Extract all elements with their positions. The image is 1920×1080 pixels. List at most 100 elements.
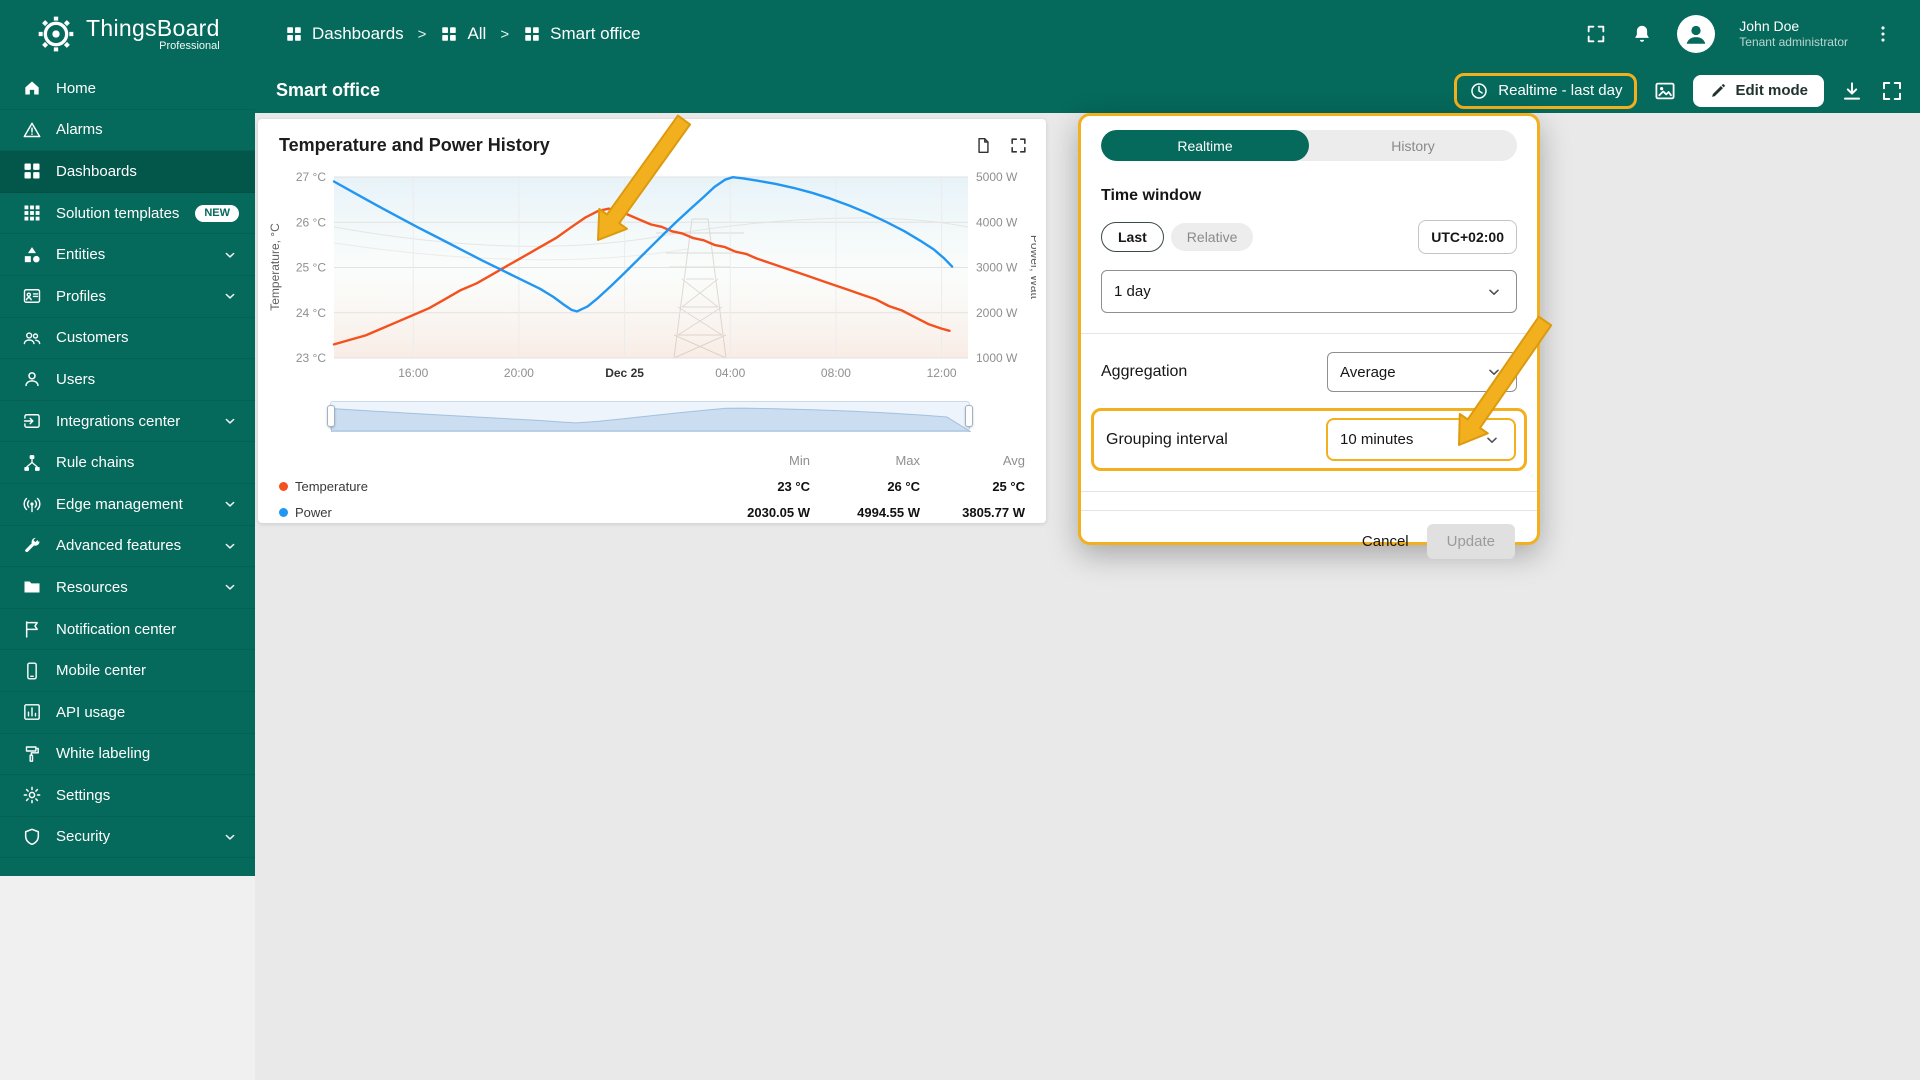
resources-icon bbox=[22, 577, 42, 597]
legend-value: 3805.77 W bbox=[962, 504, 1025, 520]
line-chart: Temperature, °C Power, Watt 23 °C 1000 W 2… bbox=[268, 170, 1036, 380]
clock-icon bbox=[1469, 81, 1489, 101]
export-icon[interactable] bbox=[974, 136, 993, 155]
tab-history[interactable]: History bbox=[1309, 130, 1517, 161]
customers-icon bbox=[22, 328, 42, 348]
update-button[interactable]: Update bbox=[1426, 524, 1515, 559]
slider-handle-right[interactable] bbox=[965, 405, 973, 427]
sidebar-menu: Home Alarms Dashboards Solution templates NE… bbox=[0, 68, 255, 877]
avatar[interactable] bbox=[1677, 15, 1716, 53]
dashboard-fullscreen-button[interactable] bbox=[1880, 79, 1904, 103]
sidebar-item-label: Home bbox=[56, 79, 97, 97]
slider-handle-left[interactable] bbox=[327, 405, 335, 427]
legend-series[interactable]: Temperature bbox=[279, 479, 705, 494]
x-axis-tick: 12:00 bbox=[927, 366, 957, 380]
download-icon bbox=[1840, 79, 1864, 103]
aggregation-select[interactable]: Average bbox=[1327, 352, 1517, 392]
breadcrumb-item-smart-office[interactable]: Smart office bbox=[523, 24, 641, 44]
timewindow-button[interactable]: Realtime - last day bbox=[1454, 72, 1638, 109]
divider bbox=[1081, 333, 1537, 334]
fullscreen-icon bbox=[1880, 79, 1904, 103]
left-axis-title: Temperature, °C bbox=[268, 223, 282, 311]
cancel-button[interactable]: Cancel bbox=[1362, 533, 1409, 550]
chevron-down-icon bbox=[221, 578, 239, 596]
right-axis-tick: 1000 W bbox=[976, 351, 1018, 365]
x-axis-tick: 08:00 bbox=[821, 366, 851, 380]
users-icon bbox=[22, 369, 42, 389]
grouping-interval-select[interactable]: 10 minutes bbox=[1326, 418, 1516, 461]
widget-fullscreen-icon[interactable] bbox=[1009, 136, 1028, 155]
chevron-down-icon bbox=[221, 287, 239, 305]
right-axis-tick: 5000 W bbox=[976, 170, 1018, 184]
edit-mode-label: Edit mode bbox=[1735, 82, 1808, 99]
dashboards-icon bbox=[22, 161, 42, 181]
thingsboard-logo[interactable]: ThingsBoard Professional bbox=[0, 14, 255, 54]
sidebar-item-label: API usage bbox=[56, 703, 126, 721]
x-axis-tick: 20:00 bbox=[504, 366, 534, 380]
sidebar-item-users[interactable]: Users bbox=[0, 359, 255, 401]
dashboard-title: Smart office bbox=[276, 80, 381, 100]
legend-series-label: Power bbox=[295, 504, 332, 520]
sidebar-item-solution-templates[interactable]: Solution templates NEW bbox=[0, 193, 255, 235]
last-toggle[interactable]: Last bbox=[1101, 222, 1164, 252]
sidebar-item-mobile-center[interactable]: Mobile center bbox=[0, 650, 255, 692]
sidebar-item-label: Edge management bbox=[56, 495, 183, 513]
range-slider-preview bbox=[331, 407, 971, 432]
breadcrumb-separator: > bbox=[500, 25, 510, 43]
sidebar-item-home[interactable]: Home bbox=[0, 68, 255, 110]
right-axis-tick: 3000 W bbox=[976, 261, 1018, 275]
legend-series[interactable]: Power bbox=[279, 505, 705, 520]
sidebar-item-resources[interactable]: Resources bbox=[0, 567, 255, 609]
sidebar-item-security[interactable]: Security bbox=[0, 817, 255, 859]
sidebar-item-profiles[interactable]: Profiles bbox=[0, 276, 255, 318]
chevron-down-icon bbox=[1484, 362, 1504, 382]
user-info[interactable]: John Doe Tenant administrator bbox=[1739, 18, 1848, 51]
breadcrumb-item-all[interactable]: All bbox=[440, 24, 486, 44]
breadcrumb-item-dashboards[interactable]: Dashboards bbox=[285, 24, 404, 44]
notifications-button[interactable] bbox=[1631, 23, 1653, 45]
tab-realtime[interactable]: Realtime bbox=[1101, 130, 1309, 161]
sidebar-item-advanced-features[interactable]: Advanced features bbox=[0, 526, 255, 568]
legend-table: Min Max Avg Temperature 23 °C 26 °C 25 °C Power… bbox=[279, 447, 1025, 525]
logo-gear-icon bbox=[36, 14, 76, 54]
sidebar-item-alarms[interactable]: Alarms bbox=[0, 110, 255, 152]
widget-title: Temperature and Power History bbox=[279, 135, 550, 155]
sidebar-item-settings[interactable]: Settings bbox=[0, 775, 255, 817]
download-button[interactable] bbox=[1840, 79, 1864, 103]
sidebar-item-entities[interactable]: Entities bbox=[0, 234, 255, 276]
breadcrumb-label: Dashboards bbox=[312, 24, 404, 43]
timezone-button[interactable]: UTC+02:00 bbox=[1418, 220, 1517, 254]
pencil-icon bbox=[1709, 82, 1727, 100]
sidebar-item-white-labeling[interactable]: White labeling bbox=[0, 734, 255, 776]
legend-header-row: Min Max Avg bbox=[279, 447, 1025, 473]
relative-toggle[interactable]: Relative bbox=[1170, 223, 1254, 251]
sidebar-item-customers[interactable]: Customers bbox=[0, 318, 255, 360]
legend-color-dot bbox=[279, 481, 288, 491]
fullscreen-button[interactable] bbox=[1585, 23, 1607, 45]
interval-value: 1 day bbox=[1114, 283, 1151, 300]
sidebar-item-notification-center[interactable]: Notification center bbox=[0, 609, 255, 651]
interval-select[interactable]: 1 day bbox=[1101, 270, 1517, 313]
sidebar-item-edge-management[interactable]: Edge management bbox=[0, 484, 255, 526]
more-menu-button[interactable] bbox=[1872, 23, 1894, 45]
sidebar-item-integrations-center[interactable]: Integrations center bbox=[0, 401, 255, 443]
chevron-down-icon bbox=[221, 495, 239, 513]
left-axis-tick: 27 °C bbox=[296, 170, 326, 184]
right-axis-tick: 4000 W bbox=[976, 215, 1018, 229]
api-icon bbox=[22, 702, 42, 722]
top-bar: ThingsBoard Professional Dashboards > All >… bbox=[0, 0, 1920, 68]
chevron-down-icon bbox=[221, 412, 239, 430]
x-axis-tick: Dec 25 bbox=[605, 366, 644, 380]
edit-mode-button[interactable]: Edit mode bbox=[1693, 74, 1824, 107]
new-badge: NEW bbox=[195, 204, 239, 222]
sidebar-item-rule-chains[interactable]: Rule chains bbox=[0, 442, 255, 484]
home-icon bbox=[22, 78, 42, 98]
sidebar-item-dashboards[interactable]: Dashboards bbox=[0, 151, 255, 193]
aggregation-value: Average bbox=[1340, 363, 1396, 381]
user-name: John Doe bbox=[1739, 17, 1800, 34]
dots-vertical-icon bbox=[1872, 23, 1894, 45]
sidebar-item-api-usage[interactable]: API usage bbox=[0, 692, 255, 734]
sidebar-item-label: Users bbox=[56, 370, 96, 388]
screenshot-button[interactable] bbox=[1653, 79, 1677, 103]
range-slider[interactable] bbox=[327, 401, 973, 432]
